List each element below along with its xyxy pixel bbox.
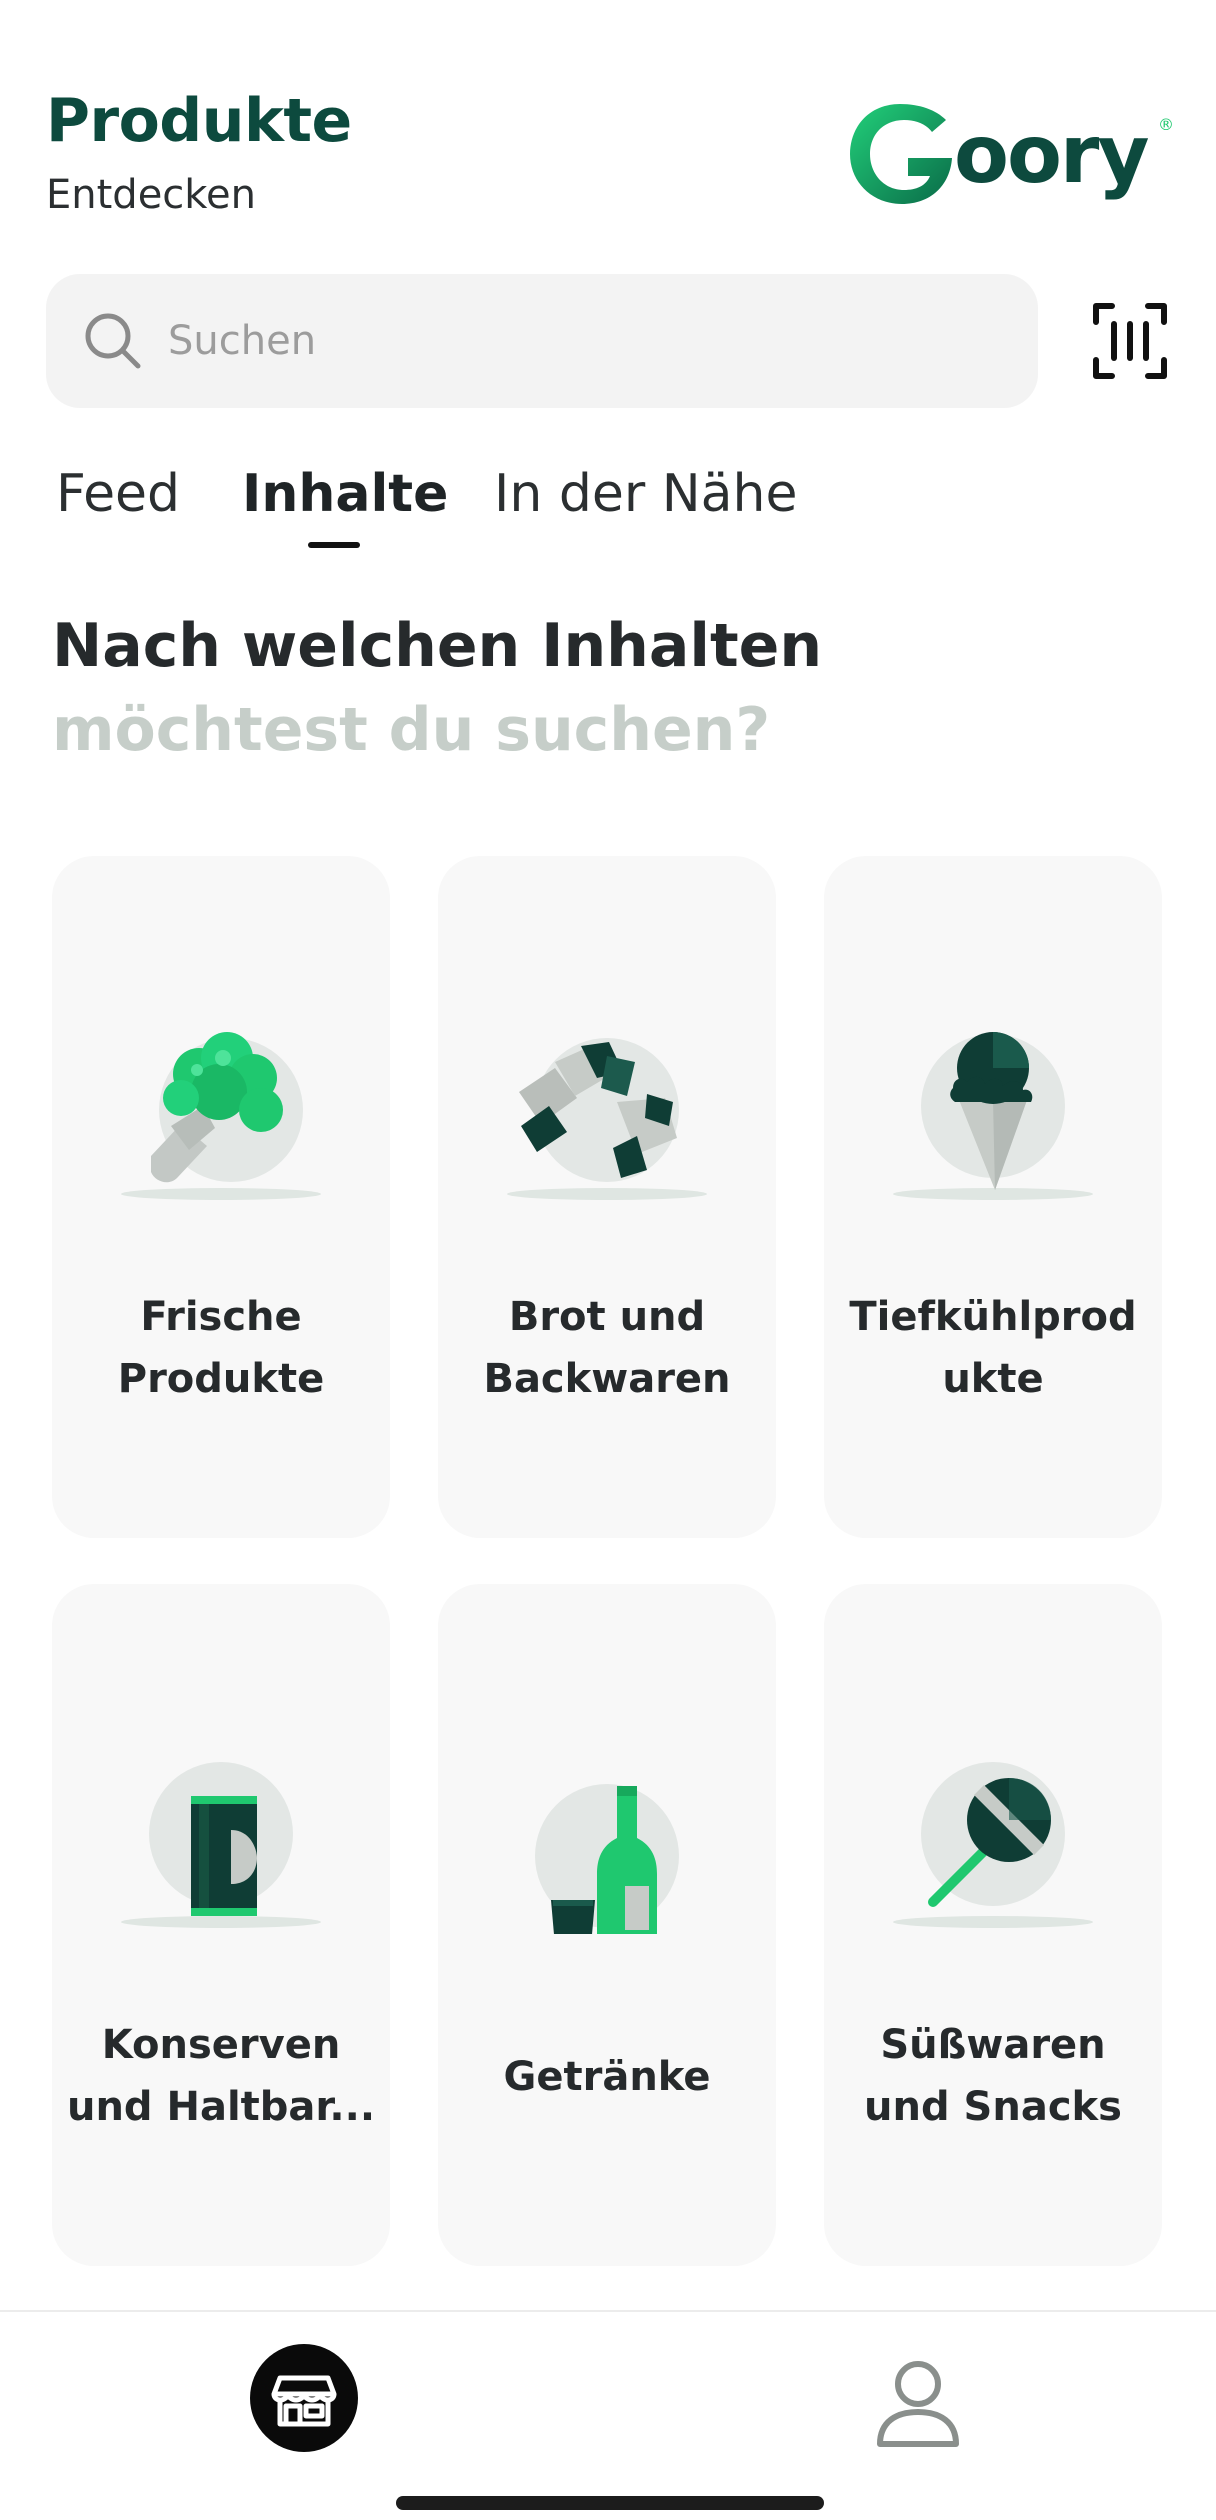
broccoli-icon xyxy=(121,1032,321,1200)
category-card-getraenke[interactable]: Getränke xyxy=(438,1584,776,2266)
category-card-suesswaren-und-snacks[interactable]: Süßwaren und Snacks xyxy=(824,1584,1162,2266)
home-indicator xyxy=(396,2496,824,2510)
category-card-brot-und-backwaren[interactable]: Brot und Backwaren xyxy=(438,856,776,1538)
nav-profile-button[interactable] xyxy=(868,2352,968,2452)
category-label: Süßwaren und Snacks xyxy=(864,2022,1122,2130)
category-card-konserven[interactable]: Konserven und Haltbar... xyxy=(52,1584,390,2266)
search-input[interactable] xyxy=(168,304,988,378)
header: Produkte Entdecken oory ® xyxy=(0,0,1216,260)
logo-text: oory xyxy=(954,108,1148,201)
search-bar[interactable] xyxy=(46,274,1038,408)
bottle-icon xyxy=(535,1784,679,1934)
heading-line-2: möchtest du suchen? xyxy=(52,695,771,765)
ice-cream-icon xyxy=(893,1032,1093,1200)
category-label: Frische Produkte xyxy=(117,1294,325,1402)
tab-feed[interactable]: Feed xyxy=(56,464,180,524)
bottom-navigation xyxy=(0,2310,1216,2520)
croissant-icon xyxy=(507,1038,707,1200)
goory-logo: oory ® xyxy=(850,104,1174,204)
lollipop-icon xyxy=(893,1762,1093,1928)
tab-inhalte[interactable]: Inhalte xyxy=(242,464,448,524)
store-icon xyxy=(271,2375,337,2427)
svg-text:®: ® xyxy=(1158,115,1174,134)
active-tab-indicator xyxy=(308,542,360,548)
can-icon xyxy=(121,1762,321,1928)
profile-icon xyxy=(877,2361,959,2447)
page-title: Produkte xyxy=(46,86,352,156)
category-card-frische-produkte[interactable]: Frische Produkte xyxy=(52,856,390,1538)
tab-bar: Feed Inhalte In der Nähe xyxy=(0,450,1216,560)
category-card-tiefkuehlprodukte[interactable]: Tiefkühlprod ukte xyxy=(824,856,1162,1538)
heading-line-1: Nach welchen Inhalten xyxy=(52,611,823,681)
category-label: Brot und Backwaren xyxy=(483,1294,731,1402)
category-label: Tiefkühlprod ukte xyxy=(849,1294,1137,1402)
nav-store-button[interactable] xyxy=(250,2344,358,2452)
category-label: Getränke xyxy=(503,2054,711,2100)
category-label: Konserven und Haltbar... xyxy=(66,2022,376,2130)
page-subtitle: Entdecken xyxy=(46,172,256,218)
barcode-scan-icon[interactable] xyxy=(1090,298,1170,384)
search-icon xyxy=(85,313,141,369)
section-heading: Nach welchen Inhalten möchtest du suchen… xyxy=(52,604,822,772)
tab-in-der-naehe[interactable]: In der Nähe xyxy=(494,464,797,524)
